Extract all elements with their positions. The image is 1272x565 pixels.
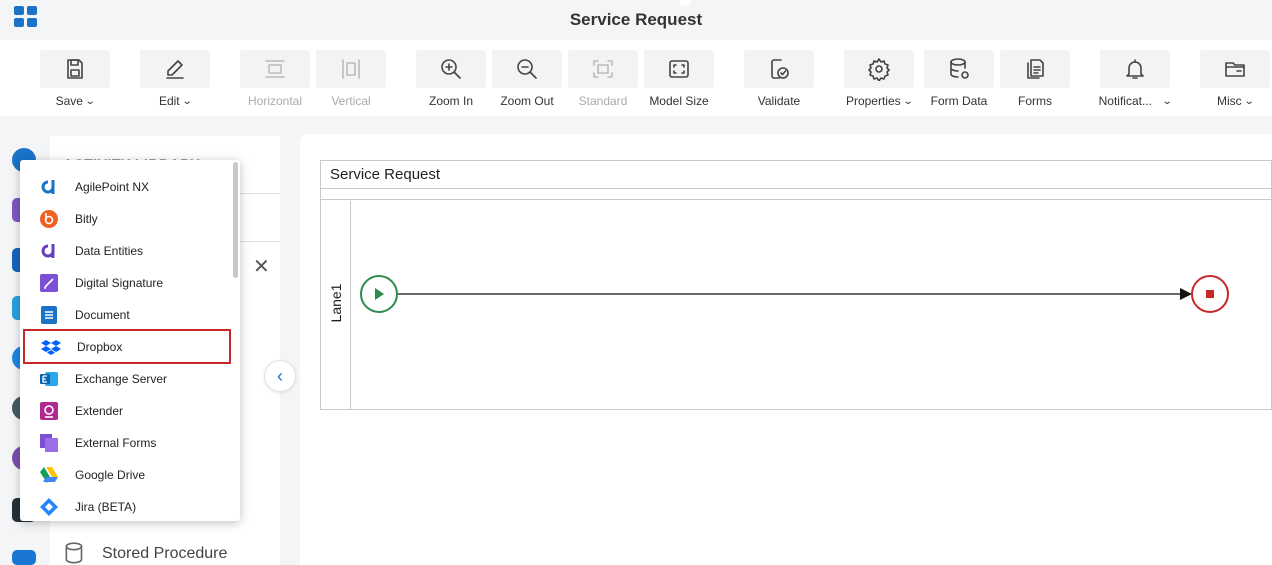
header-notch	[679, 0, 691, 6]
chevron-down-icon: ⌄	[84, 95, 96, 107]
dropdown-item-label: Document	[75, 308, 130, 322]
model-size-label: Model Size	[649, 94, 709, 108]
chevron-down-icon: ⌄	[1161, 95, 1173, 107]
zoom-out-button[interactable]: Zoom Out	[492, 50, 562, 112]
jira-icon	[39, 497, 59, 517]
save-button[interactable]: Save ⌄	[40, 50, 110, 112]
model-size-icon	[669, 60, 689, 78]
validate-label: Validate	[757, 94, 801, 108]
dropdown-item-label: External Forms	[75, 436, 157, 450]
edit-label: Edit	[158, 94, 180, 108]
dropdown-item-label: Jira (BETA)	[75, 500, 137, 514]
database-icon	[950, 58, 969, 79]
dropdown-item-label: AgilePoint NX	[75, 180, 150, 194]
chevron-down-icon: ⌄	[902, 95, 914, 107]
validate-icon	[771, 59, 789, 79]
standard-icon	[593, 60, 613, 78]
dropdown-item-label: Bitly	[75, 212, 98, 226]
toolbar: Save ⌄ Edit ⌄ Horizontal Vertical Zoom In …	[0, 40, 1272, 116]
stored-procedure-icon	[65, 542, 83, 564]
library-item-stored-procedure[interactable]: Stored Procedure	[62, 541, 227, 565]
bitly-icon	[39, 209, 59, 229]
properties-label: Properties	[845, 94, 901, 108]
save-label: Save	[55, 94, 83, 108]
edit-icon	[166, 60, 184, 79]
horizontal-button[interactable]: Horizontal	[240, 50, 310, 112]
zoom-out-icon	[517, 59, 537, 79]
sequence-flow-arrowhead	[1180, 288, 1192, 300]
zoom-in-label: Zoom In	[428, 94, 473, 108]
dropdown-item-bitly[interactable]: Bitly	[23, 203, 231, 235]
process-canvas[interactable]: Service Request Lane1	[300, 134, 1272, 565]
gear-icon	[868, 58, 890, 81]
dropdown-item-google-drive[interactable]: Google Drive	[23, 459, 231, 491]
model-size-button[interactable]: Model Size	[644, 50, 714, 112]
dropdown-item-extender[interactable]: Extender	[23, 395, 231, 427]
zoom-in-button[interactable]: Zoom In	[416, 50, 486, 112]
stop-icon	[1206, 290, 1214, 298]
zoom-in-icon	[441, 59, 461, 79]
data-entities-icon	[39, 241, 59, 261]
page-title: Service Request	[569, 10, 703, 29]
chevron-left-icon: ‹	[277, 365, 283, 386]
digital-signature-icon	[39, 273, 59, 293]
dropdown-item-label: Digital Signature	[75, 276, 164, 290]
dropdown-item-external-forms[interactable]: External Forms	[23, 427, 231, 459]
chevron-down-icon: ⌄	[181, 95, 193, 107]
form-data-label: Form Data	[930, 94, 988, 108]
dropdown-item-label: Google Drive	[75, 468, 146, 482]
top-bar: Service Request	[0, 0, 1272, 40]
zoom-out-label: Zoom Out	[500, 94, 554, 108]
collapse-panel-button[interactable]: ‹	[264, 360, 296, 392]
forms-icon	[1027, 59, 1044, 79]
dropdown-item-exchange-server[interactable]: Exchange Server	[23, 363, 231, 395]
misc-label: Misc	[1216, 94, 1242, 108]
close-icon[interactable]: ✕	[253, 254, 270, 279]
notifications-button[interactable]: Notificat... ⌄	[1098, 50, 1173, 112]
exchange-icon	[39, 369, 59, 389]
dropdown-item-label: Dropbox	[77, 339, 123, 354]
vertical-label: Vertical	[331, 94, 371, 108]
bell-icon	[1126, 59, 1144, 79]
properties-button[interactable]: Properties ⌄	[844, 50, 914, 112]
dropdown-item-label: Exchange Server	[75, 372, 168, 386]
vertical-button[interactable]: Vertical	[316, 50, 386, 112]
validate-button[interactable]: Validate	[744, 50, 814, 112]
sap-category-icon[interactable]	[12, 550, 36, 565]
google-drive-icon	[39, 465, 59, 485]
dropdown-scrollbar[interactable]	[233, 162, 238, 278]
horizontal-label: Horizontal	[247, 94, 303, 108]
folder-icon	[1225, 62, 1245, 77]
edit-button[interactable]: Edit ⌄	[140, 50, 210, 112]
vertical-icon	[342, 59, 360, 79]
form-data-button[interactable]: Form Data	[924, 50, 994, 112]
dropdown-item-agilepoint[interactable]: AgilePoint NX	[23, 171, 231, 203]
dropdown-item-data-entities[interactable]: Data Entities	[23, 235, 231, 267]
standard-button[interactable]: Standard	[568, 50, 638, 112]
dropdown-item-label: Data Entities	[75, 244, 144, 258]
save-icon	[67, 59, 83, 79]
document-icon	[39, 305, 59, 325]
external-forms-icon	[39, 433, 59, 453]
dropdown-item-label: Extender	[75, 404, 124, 418]
notifications-label: Notificat...	[1098, 94, 1152, 108]
stored-procedure-label: Stored Procedure	[102, 545, 228, 562]
agilepoint-icon	[39, 177, 59, 197]
forms-label: Forms	[1018, 94, 1052, 108]
dropdown-item-dropbox[interactable]: Dropbox	[23, 329, 231, 364]
category-dropdown: AgilePoint NX Bitly Data Entities Digita…	[20, 160, 240, 521]
chevron-down-icon: ⌄	[1243, 95, 1255, 107]
extender-icon	[39, 401, 59, 421]
forms-button[interactable]: Forms	[1000, 50, 1070, 112]
standard-label: Standard	[578, 94, 628, 108]
horizontal-icon	[265, 60, 285, 78]
dropbox-icon	[41, 337, 61, 357]
dropdown-item-document[interactable]: Document	[23, 299, 231, 331]
flow-diagram	[360, 275, 1229, 313]
dropdown-item-jira[interactable]: Jira (BETA)	[23, 491, 231, 521]
misc-button[interactable]: Misc ⌄	[1200, 50, 1270, 112]
dropdown-item-digital-signature[interactable]: Digital Signature	[23, 267, 231, 299]
